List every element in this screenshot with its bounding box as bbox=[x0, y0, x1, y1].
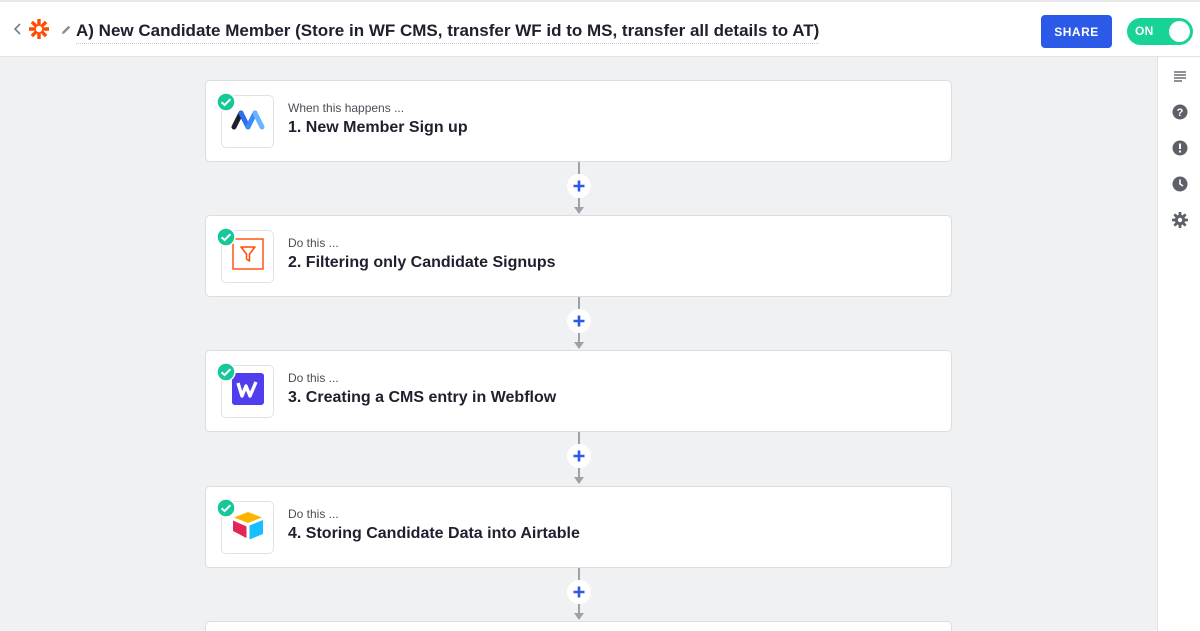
arrow-down-icon bbox=[574, 342, 584, 349]
chevron-left-icon[interactable] bbox=[10, 21, 26, 37]
arrow-down-icon bbox=[574, 477, 584, 484]
zapier-asterisk-icon bbox=[28, 18, 50, 40]
toggle-knob bbox=[1169, 21, 1190, 42]
connector-line bbox=[578, 198, 580, 207]
arrow-down-icon bbox=[574, 613, 584, 620]
help-icon[interactable]: ? bbox=[1171, 103, 1189, 121]
add-step-button[interactable] bbox=[567, 580, 591, 604]
pencil-icon[interactable] bbox=[60, 23, 72, 35]
step-title: 2. Filtering only Candidate Signups bbox=[288, 254, 556, 271]
zap-on-toggle[interactable]: ON bbox=[1127, 18, 1193, 45]
step-card-4[interactable]: Do this ... 4. Storing Candidate Data in… bbox=[205, 486, 952, 568]
connector-line bbox=[578, 162, 580, 174]
svg-text:?: ? bbox=[1177, 107, 1184, 119]
step-card-1[interactable]: When this happens ... 1. New Member Sign… bbox=[205, 80, 952, 162]
webflow-icon bbox=[231, 373, 264, 410]
zap-title[interactable]: A) New Candidate Member (Store in WF CMS… bbox=[76, 18, 820, 44]
arrow-down-icon bbox=[574, 207, 584, 214]
connector-line bbox=[578, 604, 580, 613]
step-title: 3. Creating a CMS entry in Webflow bbox=[288, 389, 557, 406]
list-icon[interactable] bbox=[1171, 67, 1189, 85]
gear-icon[interactable] bbox=[1171, 211, 1189, 229]
check-circle-icon bbox=[216, 92, 236, 112]
step-action-label: Do this ... bbox=[288, 371, 339, 385]
step-title: 4. Storing Candidate Data into Airtable bbox=[288, 525, 580, 542]
connector-line bbox=[578, 468, 580, 477]
share-button[interactable]: SHARE bbox=[1041, 15, 1112, 48]
add-step-button[interactable] bbox=[567, 444, 591, 468]
step-action-label: Do this ... bbox=[288, 507, 339, 521]
check-circle-icon bbox=[216, 362, 236, 382]
step-card-2[interactable]: Do this ... 2. Filtering only Candidate … bbox=[205, 215, 952, 297]
toggle-label: ON bbox=[1135, 24, 1154, 38]
check-circle-icon bbox=[216, 498, 236, 518]
step-card-5[interactable] bbox=[205, 621, 952, 631]
step-card-3[interactable]: Do this ... 3. Creating a CMS entry in W… bbox=[205, 350, 952, 432]
add-step-button[interactable] bbox=[567, 174, 591, 198]
add-step-button[interactable] bbox=[567, 309, 591, 333]
check-circle-icon bbox=[216, 227, 236, 247]
step-title: 1. New Member Sign up bbox=[288, 119, 468, 136]
filter-icon bbox=[231, 238, 264, 275]
right-sidebar: ? bbox=[1157, 57, 1200, 631]
step-trigger-label: When this happens ... bbox=[288, 101, 405, 115]
connector-line bbox=[578, 297, 580, 309]
connector-line bbox=[578, 432, 580, 444]
alert-icon[interactable] bbox=[1171, 139, 1189, 157]
connector-line bbox=[578, 568, 580, 580]
connector-line bbox=[578, 333, 580, 342]
history-clock-icon[interactable] bbox=[1171, 175, 1189, 193]
step-action-label: Do this ... bbox=[288, 236, 339, 250]
top-header: A) New Candidate Member (Store in WF CMS… bbox=[0, 0, 1200, 57]
